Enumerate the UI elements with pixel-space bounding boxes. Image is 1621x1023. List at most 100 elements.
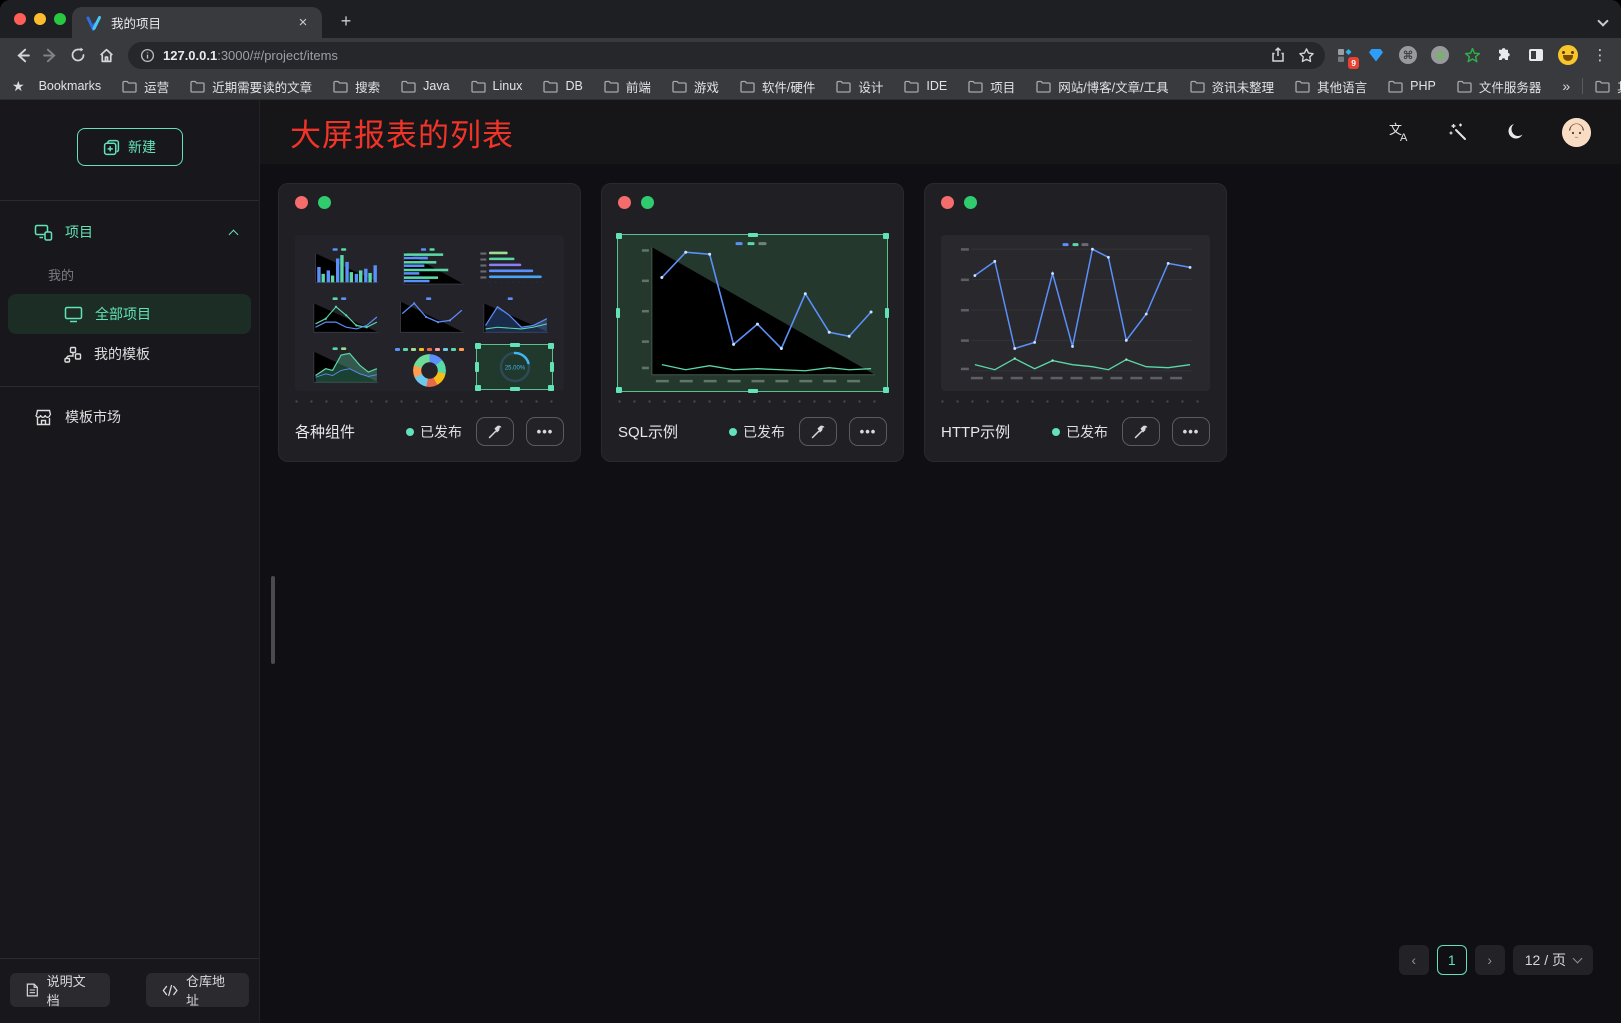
docs-button[interactable]: 说明文档 <box>10 973 110 1007</box>
copy-plus-icon <box>103 139 120 156</box>
status-dot <box>406 428 414 436</box>
prev-page-button[interactable]: ‹ <box>1399 945 1429 975</box>
page-size-select[interactable]: 12 / 页 <box>1513 945 1593 975</box>
forward-icon[interactable] <box>36 41 64 69</box>
project-card[interactable]: 25.00% 各种组件 已发布 ••• <box>278 183 581 462</box>
extension-gem-icon[interactable] <box>1363 42 1389 68</box>
new-project-button[interactable]: 新建 <box>77 128 183 166</box>
close-window-button[interactable] <box>14 13 26 25</box>
card-dot-green <box>641 196 654 209</box>
bookmark-folder[interactable]: 软件/硬件 <box>740 77 815 96</box>
dark-mode-moon-icon[interactable] <box>1504 120 1528 144</box>
card-preview-components[interactable]: 25.00% <box>295 235 564 391</box>
home-icon[interactable] <box>92 41 120 69</box>
bookmark-folder[interactable]: Java <box>401 79 449 93</box>
next-page-button[interactable]: › <box>1475 945 1505 975</box>
window-controls[interactable] <box>14 13 66 25</box>
page-title: 大屏报表的列表 <box>290 110 514 155</box>
address-bar[interactable]: 127.0.0.1:3000/#/project/items <box>128 42 1325 69</box>
extension-record-icon[interactable] <box>1427 42 1453 68</box>
share-icon[interactable] <box>1270 47 1286 63</box>
status-badge: 已发布 <box>729 422 785 442</box>
sidebar-item-my-templates[interactable]: 我的模板 <box>0 334 259 374</box>
tab-title: 我的项目 <box>111 13 294 32</box>
bookmark-folder[interactable]: 网站/博客/文章/工具 <box>1036 77 1168 96</box>
sidebar-item-all-projects[interactable]: 全部项目 <box>8 294 251 334</box>
bookmark-folder[interactable]: 其他语言 <box>1295 77 1367 96</box>
bookmark-folder[interactable]: 搜索 <box>333 77 380 96</box>
mini-donut-chart <box>392 345 467 389</box>
bookmark-folder[interactable]: 游戏 <box>672 77 719 96</box>
user-avatar[interactable] <box>1562 118 1591 147</box>
sql-line-chart <box>618 235 887 391</box>
bookmark-folder[interactable]: IDE <box>904 79 947 93</box>
page-header: 大屏报表的列表 文A <box>260 100 1621 164</box>
bookmark-folder[interactable]: PHP <box>1388 79 1436 93</box>
chevron-up-icon[interactable] <box>229 229 239 239</box>
tab-search-icon[interactable] <box>1599 12 1607 30</box>
project-name: 各种组件 <box>295 421 355 442</box>
tab-close-icon[interactable]: × <box>294 14 312 32</box>
sidebar-group-label: 我的 <box>0 255 259 294</box>
bookmark-star-icon[interactable] <box>1298 47 1315 64</box>
status-badge: 已发布 <box>1052 422 1108 442</box>
bookmarks-separator <box>1582 78 1583 94</box>
back-icon[interactable] <box>8 41 36 69</box>
card-dot-red <box>941 196 954 209</box>
bookmark-folder[interactable]: 运营 <box>122 77 169 96</box>
side-panel-icon[interactable] <box>1523 42 1549 68</box>
svg-text:A: A <box>1400 132 1408 142</box>
extension-star-icon[interactable] <box>1459 42 1485 68</box>
status-dot <box>1052 428 1060 436</box>
scrollbar-thumb[interactable] <box>271 576 275 664</box>
bookmark-folder[interactable]: DB <box>543 79 582 93</box>
browser-tab[interactable]: 我的项目 × <box>72 7 322 38</box>
new-tab-button[interactable]: + <box>334 11 358 32</box>
preview-dots-row <box>941 400 1210 403</box>
zoom-window-button[interactable] <box>54 13 66 25</box>
sidebar-section-project[interactable]: 项目 <box>0 209 259 255</box>
sidebar-divider <box>0 200 259 201</box>
card-preview-http[interactable] <box>941 235 1210 391</box>
bookmark-folder[interactable]: 项目 <box>968 77 1015 96</box>
bookmark-folder[interactable]: 资讯未整理 <box>1190 77 1275 96</box>
bookmark-folder[interactable]: 文件服务器 <box>1457 77 1542 96</box>
edit-project-button[interactable] <box>1122 417 1160 446</box>
profile-avatar-icon[interactable] <box>1555 42 1581 68</box>
magic-wand-icon[interactable] <box>1446 120 1470 144</box>
bookmark-folder[interactable]: 前端 <box>604 77 651 96</box>
repo-button[interactable]: 仓库地址 <box>146 973 249 1007</box>
extensions-puzzle-icon[interactable] <box>1491 42 1517 68</box>
screens-icon <box>34 224 53 241</box>
mini-line-chart <box>392 295 467 339</box>
reload-icon[interactable] <box>64 41 92 69</box>
page-1-button[interactable]: 1 <box>1437 945 1467 975</box>
minimize-window-button[interactable] <box>34 13 46 25</box>
bookmark-folder[interactable]: 设计 <box>836 77 883 96</box>
edit-project-button[interactable] <box>476 417 514 446</box>
sidebar-footer: 说明文档 仓库地址 <box>0 958 259 1023</box>
card-dot-green <box>964 196 977 209</box>
url-text[interactable]: 127.0.0.1:3000/#/project/items <box>163 48 1270 63</box>
extension-blocks-icon[interactable]: 9 <box>1331 42 1357 68</box>
bookmarks-root[interactable]: ★Bookmarks <box>12 78 101 95</box>
project-card[interactable]: HTTP示例 已发布 ••• <box>924 183 1227 462</box>
bookmark-folder[interactable]: 近期需要读的文章 <box>190 77 312 96</box>
site-info-icon[interactable] <box>140 48 155 63</box>
translate-icon[interactable]: 文A <box>1388 120 1412 144</box>
preview-dots-row <box>295 400 564 403</box>
edit-project-button[interactable] <box>799 417 837 446</box>
bookmarks-overflow-icon[interactable]: » <box>1562 78 1570 94</box>
more-actions-button[interactable]: ••• <box>1172 417 1210 446</box>
more-actions-button[interactable]: ••• <box>849 417 887 446</box>
extension-command-icon[interactable]: ⌘ <box>1395 42 1421 68</box>
project-card[interactable]: SQL示例 已发布 ••• <box>601 183 904 462</box>
more-actions-button[interactable]: ••• <box>526 417 564 446</box>
other-bookmarks[interactable]: 其他书签 <box>1595 77 1621 96</box>
sidebar-item-template-market[interactable]: 模板市场 <box>0 397 259 437</box>
browser-menu-icon[interactable]: ⋮ <box>1587 42 1613 68</box>
svg-text:25.00%: 25.00% <box>504 366 525 372</box>
card-preview-sql[interactable] <box>618 235 887 391</box>
mini-capsule-chart <box>477 245 552 289</box>
bookmark-folder[interactable]: Linux <box>471 79 523 93</box>
